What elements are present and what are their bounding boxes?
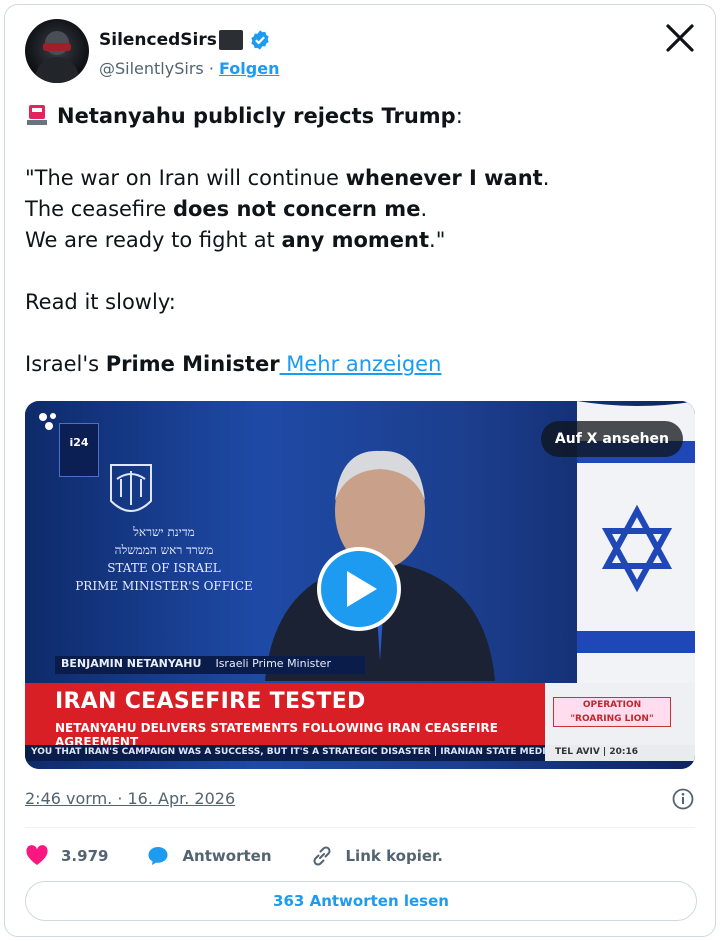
play-button[interactable] bbox=[317, 547, 401, 631]
quote-1-b: whenever I want bbox=[345, 166, 543, 190]
copy-link-label: Link kopier. bbox=[345, 847, 443, 865]
info-icon[interactable] bbox=[671, 787, 695, 811]
quote-3-a: We are ready to fight at bbox=[25, 228, 282, 252]
quote-3-b: any moment bbox=[281, 228, 430, 252]
like-count: 3.979 bbox=[61, 847, 109, 865]
reply-bubble-icon bbox=[148, 847, 168, 865]
office-line-en-2: PRIME MINISTER'S OFFICE bbox=[75, 579, 253, 593]
operation-badge: OPERATION "ROARING LION" bbox=[553, 697, 671, 727]
watch-on-x-button[interactable]: Auf X ansehen bbox=[540, 421, 683, 457]
show-more-link[interactable]: Mehr anzeigen bbox=[280, 352, 441, 376]
quote-1-c: . bbox=[542, 166, 550, 190]
headline-colon: : bbox=[455, 104, 463, 128]
handle-separator: · bbox=[208, 59, 214, 78]
headline-bold: Netanyahu publicly rejects Trump bbox=[57, 104, 456, 128]
channel-logo: i24 bbox=[59, 423, 99, 477]
x-logo-icon[interactable] bbox=[665, 23, 695, 53]
news-ticker: YOU THAT IRAN'S CAMPAIGN WAS A SUCCESS, … bbox=[25, 745, 545, 761]
quote-line-1: "The war on Iran will continue whenever … bbox=[25, 163, 695, 194]
pm-office-caption: מדינת ישראל משרד ראש הממשלה STATE OF ISR… bbox=[59, 523, 269, 595]
office-line-hebrew-2: משרד ראש הממשלה bbox=[114, 543, 214, 557]
follow-button[interactable]: Folgen bbox=[219, 59, 279, 78]
author-handle-row: @SilentlySirs · Folgen bbox=[99, 59, 279, 78]
like-button[interactable]: 3.979 bbox=[25, 844, 108, 868]
author-display-name[interactable]: SilencedSirs bbox=[99, 30, 217, 50]
tweet-actions: 3.979 Antworten Link kopier. bbox=[25, 841, 695, 871]
location-time: TEL AVIV | 20:16 bbox=[545, 745, 695, 761]
menorah-logo-icon bbox=[39, 413, 56, 430]
office-line-hebrew-1: מדינת ישראל bbox=[133, 525, 195, 539]
reply-label: Antworten bbox=[182, 847, 272, 865]
quote-3-c: ." bbox=[429, 228, 446, 252]
speaker-role: Israeli Prime Minister bbox=[215, 657, 331, 670]
speaker-figure bbox=[265, 450, 495, 681]
author-name-row: SilencedSirs bbox=[99, 29, 271, 51]
quote-line-2: The ceasefire does not concern me. bbox=[25, 194, 695, 225]
avatar[interactable] bbox=[25, 19, 89, 83]
quote-2-a: The ceasefire bbox=[25, 197, 173, 221]
last-line: Israel's Prime Minister Mehr anzeigen bbox=[25, 349, 695, 380]
name-emoji-square bbox=[218, 30, 243, 50]
tweet-timestamp[interactable]: 2:46 vorm. · 16. Apr. 2026 bbox=[25, 789, 235, 808]
author-handle[interactable]: @SilentlySirs bbox=[99, 59, 204, 78]
verified-badge-icon bbox=[251, 30, 269, 50]
lower-third: BENJAMIN NETANYAHU Israeli Prime Ministe… bbox=[55, 656, 365, 674]
quote-1-a: "The war on Iran will continue bbox=[25, 166, 346, 190]
tweet-meta: 2:46 vorm. · 16. Apr. 2026 bbox=[25, 787, 695, 813]
tweet-line-1: Netanyahu publicly rejects Trump: bbox=[25, 101, 695, 132]
news-headline-bar: IRAN CEASEFIRE TESTED NETANYAHU DELIVERS… bbox=[25, 683, 545, 749]
operation-name: "ROARING LION" bbox=[570, 714, 654, 724]
copy-link-button[interactable]: Link kopier. bbox=[310, 844, 443, 868]
video-player[interactable]: i24 מדינת ישראל משרד ראש הממשלה STATE OF… bbox=[25, 401, 695, 769]
play-icon bbox=[347, 571, 377, 607]
tweet-text: Netanyahu publicly rejects Trump: "The w… bbox=[25, 101, 695, 380]
tweet-header: SilencedSirs @SilentlySirs · Folgen bbox=[25, 19, 695, 83]
operation-label: OPERATION bbox=[582, 700, 642, 710]
reply-button[interactable]: Antworten bbox=[146, 844, 272, 868]
tweet-embed-card: SilencedSirs @SilentlySirs · Folgen Neta… bbox=[4, 4, 716, 937]
last-line-b: Prime Minister bbox=[105, 352, 280, 376]
quote-2-c: . bbox=[420, 197, 428, 221]
quote-line-3: We are ready to fight at any moment." bbox=[25, 225, 695, 256]
office-line-en-1: STATE OF ISRAEL bbox=[107, 561, 221, 575]
news-headline: IRAN CEASEFIRE TESTED bbox=[55, 689, 366, 714]
siren-emoji-icon bbox=[27, 105, 47, 125]
link-icon bbox=[312, 846, 331, 866]
last-line-a: Israel's bbox=[25, 352, 106, 376]
operation-box: OPERATION "ROARING LION" bbox=[545, 683, 695, 745]
read-slowly-line: Read it slowly: bbox=[25, 290, 176, 314]
divider bbox=[25, 827, 695, 828]
heart-icon bbox=[26, 845, 48, 865]
state-emblem-icon bbox=[110, 464, 152, 512]
read-replies-button[interactable]: 363 Antworten lesen bbox=[25, 881, 697, 921]
quote-2-b: does not concern me bbox=[172, 197, 421, 221]
speaker-name: BENJAMIN NETANYAHU bbox=[61, 657, 202, 670]
